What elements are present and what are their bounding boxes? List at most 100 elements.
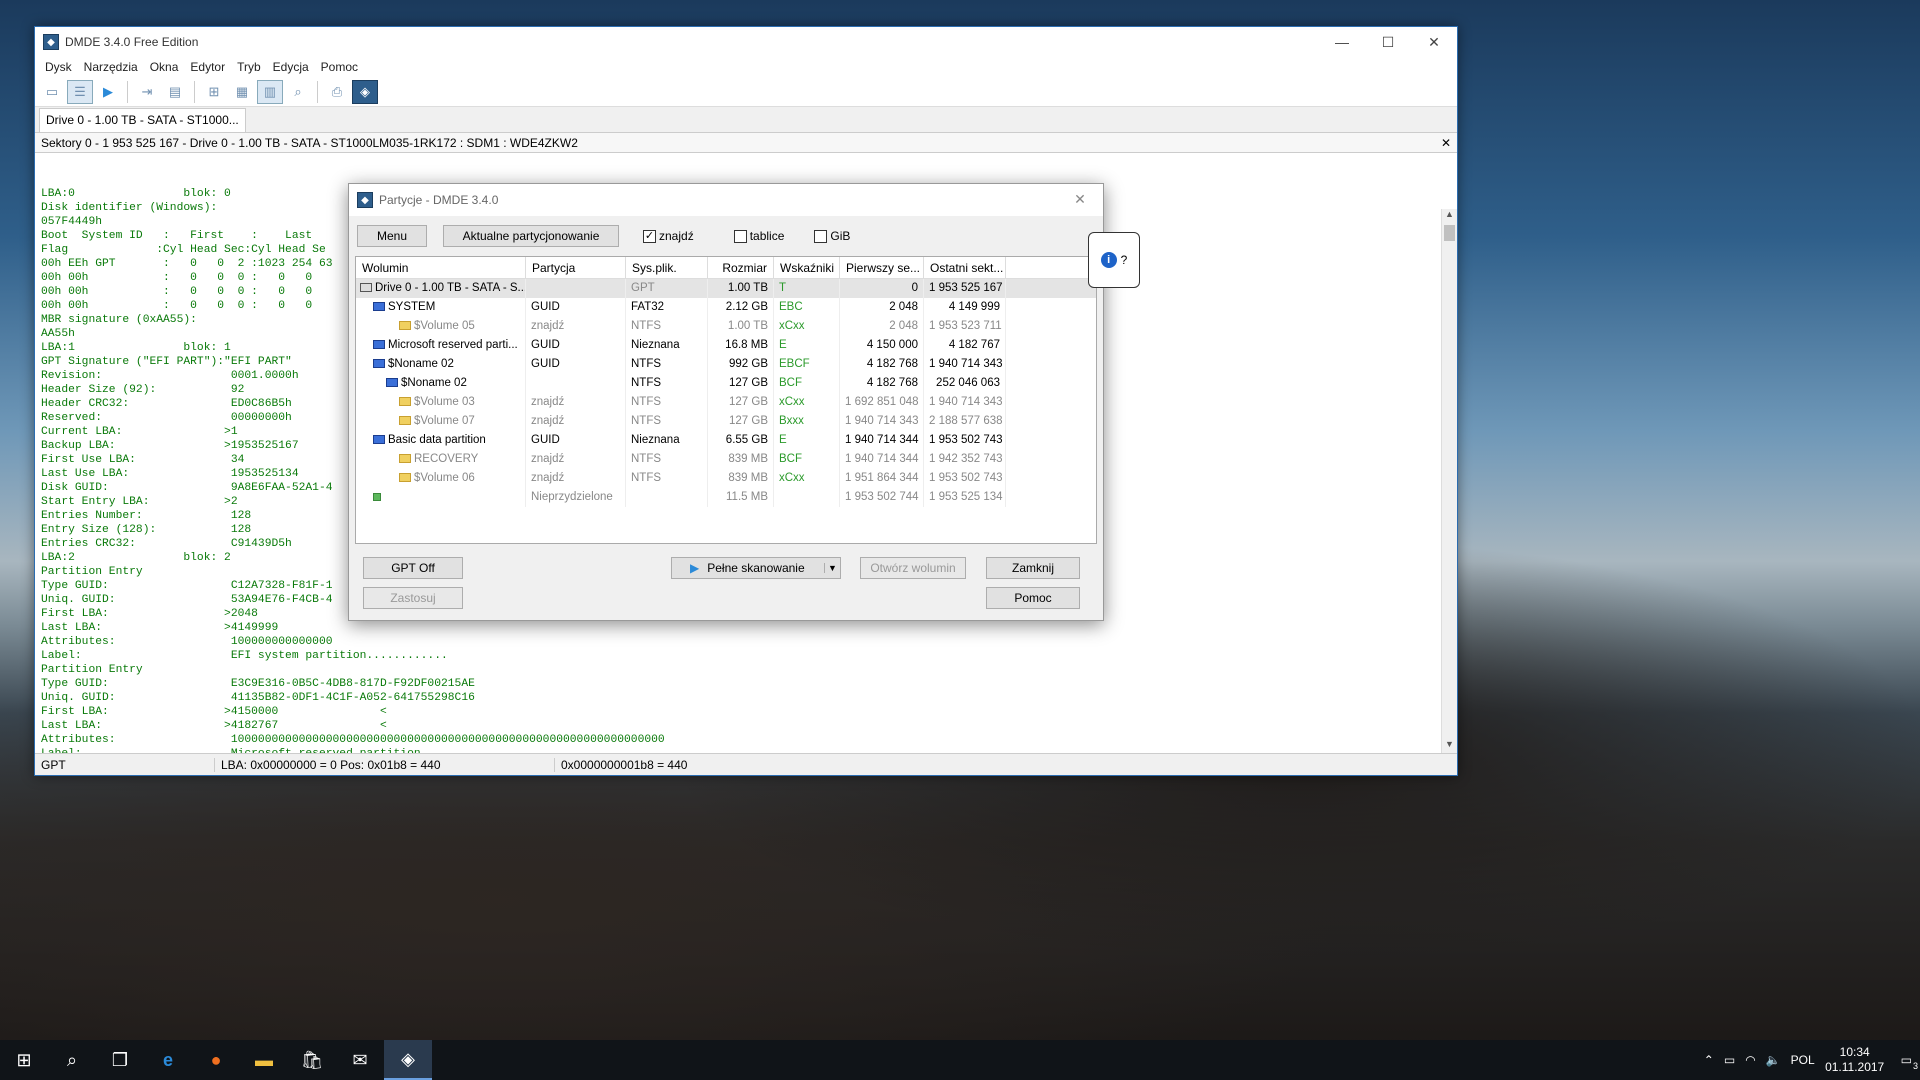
wifi-icon[interactable]: ◠ <box>1745 1053 1755 1067</box>
scroll-thumb[interactable] <box>1444 225 1455 241</box>
table-row[interactable]: $Volume 06 znajdź NTFS 839 MB xCxx 1 951 864 … <box>356 469 1096 488</box>
cell-part: Nieprzydzielone <box>526 488 626 507</box>
file-icon[interactable]: ▤ <box>162 80 188 104</box>
details-icon[interactable]: ▦ <box>229 80 255 104</box>
cell-last: 1 953 502 743 <box>924 469 1006 488</box>
cell-volume: Drive 0 - 1.00 TB - SATA - S... <box>356 279 526 298</box>
table-row[interactable]: RECOVERY znajdź NTFS 839 MB BCF 1 940 714 344… <box>356 450 1096 469</box>
help-button[interactable]: Pomoc <box>986 587 1080 609</box>
table-row[interactable]: SYSTEM GUID FAT32 2.12 GB EBC 2 048 4 149 999 <box>356 298 1096 317</box>
cell-first: 2 048 <box>840 298 924 317</box>
tablice-checkbox[interactable]: tablice <box>733 229 785 243</box>
table-row[interactable]: $Volume 07 znajdź NTFS 127 GB Bxxx 1 940 714 … <box>356 412 1096 431</box>
dmde-taskbar-icon[interactable]: ◈ <box>384 1040 432 1080</box>
gpt-off-button[interactable]: GPT Off <box>363 557 463 579</box>
mail-icon[interactable]: ✉ <box>336 1040 384 1080</box>
current-partitioning-button[interactable]: Aktualne partycjonowanie <box>443 225 619 247</box>
menu-edytor[interactable]: Edytor <box>184 60 231 74</box>
volume-name: Basic data partition <box>388 434 486 446</box>
notification-icon[interactable]: ▭ 3 <box>1901 1053 1918 1071</box>
menu-okna[interactable]: Okna <box>144 60 185 74</box>
col-ostatni[interactable]: Ostatni sekt... <box>924 257 1006 278</box>
dialog-close-button[interactable]: ✕ <box>1057 184 1103 214</box>
col-sysplik[interactable]: Sys.plik. <box>626 257 708 278</box>
dropdown-arrow-icon[interactable]: ▼ <box>824 563 840 573</box>
table-row[interactable]: $Noname 02 GUID NTFS 992 GB EBCF 4 182 768 1 9… <box>356 355 1096 374</box>
close-dialog-button[interactable]: Zamknij <box>986 557 1080 579</box>
help-tooltip[interactable]: i ? <box>1088 232 1140 288</box>
hex-line: Partition Entry <box>41 664 143 676</box>
apply-button[interactable]: Zastosuj <box>363 587 463 609</box>
tablice-label: tablice <box>749 229 785 243</box>
main-titlebar[interactable]: ◆ DMDE 3.4.0 Free Edition — ☐ ✕ <box>35 27 1457 57</box>
edge-icon[interactable]: e <box>144 1040 192 1080</box>
clock[interactable]: 10:34 01.11.2017 <box>1825 1045 1885 1075</box>
firefox-icon[interactable]: ● <box>192 1040 240 1080</box>
table-row[interactable]: $Volume 03 znajdź NTFS 127 GB xCxx 1 692 851 … <box>356 393 1096 412</box>
file-explorer-icon[interactable]: ▬ <box>240 1040 288 1080</box>
search-icon[interactable]: ⌕ <box>48 1040 96 1080</box>
partitions-table[interactable]: Wolumin Partycja Sys.plik. Rozmiar Wskaź… <box>355 256 1097 544</box>
cell-size: 2.12 GB <box>708 298 774 317</box>
cell-size: 127 GB <box>708 393 774 412</box>
minimize-button[interactable]: — <box>1319 27 1365 57</box>
list-icon[interactable]: ☰ <box>67 79 93 104</box>
volume-name: $Volume 03 <box>414 396 475 408</box>
store-icon[interactable]: 🛍 <box>288 1040 336 1080</box>
checkbox-icon[interactable] <box>814 229 828 243</box>
vertical-scrollbar[interactable]: ▲ ▼ <box>1441 209 1457 753</box>
menu-dysk[interactable]: Dysk <box>39 60 78 74</box>
print-icon[interactable]: ⎙ <box>324 80 350 104</box>
language-indicator[interactable]: POL <box>1791 1053 1815 1067</box>
table-row[interactable]: Microsoft reserved parti... GUID Nieznana 1… <box>356 336 1096 355</box>
scroll-down-icon[interactable]: ▼ <box>1442 739 1457 753</box>
windows-start-icon[interactable]: ⊞ <box>0 1040 48 1080</box>
menu-tryb[interactable]: Tryb <box>231 60 267 74</box>
table-row[interactable]: $Noname 02 NTFS 127 GB BCF 4 182 768 252 046 … <box>356 374 1096 393</box>
cell-size: 1.00 TB <box>708 317 774 336</box>
dialog-titlebar[interactable]: ◆ Partycje - DMDE 3.4.0 ✕ <box>349 184 1103 216</box>
col-wskazniki[interactable]: Wskaźniki <box>774 257 840 278</box>
close-panel-icon[interactable]: ✕ <box>1441 136 1451 150</box>
step-icon[interactable]: ⇥ <box>134 80 160 104</box>
open-volume-button[interactable]: Otwórz wolumin <box>860 557 966 579</box>
menu-pomoc[interactable]: Pomoc <box>315 60 364 74</box>
cell-volume: Microsoft reserved parti... <box>356 336 526 355</box>
col-rozmiar[interactable]: Rozmiar <box>708 257 774 278</box>
menu-edycja[interactable]: Edycja <box>267 60 315 74</box>
tree-icon[interactable]: ⊞ <box>201 80 227 104</box>
volume-name: Microsoft reserved parti... <box>388 339 518 351</box>
col-partycja[interactable]: Partycja <box>526 257 626 278</box>
cell-first: 1 940 714 344 <box>840 450 924 469</box>
cell-fs: NTFS <box>626 393 708 412</box>
menu-button[interactable]: Menu <box>357 225 427 247</box>
table-row[interactable]: Nieprzydzielone 11.5 MB 1 953 502 744 1 953… <box>356 488 1096 507</box>
volume-name: $Volume 05 <box>414 320 475 332</box>
znajdz-checkbox[interactable]: ✓ znajdź <box>643 229 694 243</box>
col-wolumin[interactable]: Wolumin <box>356 257 526 278</box>
tab-drive0[interactable]: Drive 0 - 1.00 TB - SATA - ST1000... <box>39 108 246 132</box>
toolbar-separator <box>127 80 128 103</box>
table-row[interactable]: Drive 0 - 1.00 TB - SATA - S... GPT 1.00 T… <box>356 279 1096 298</box>
table-row[interactable]: $Volume 05 znajdź NTFS 1.00 TB xCxx 2 048 1 95… <box>356 317 1096 336</box>
checkbox-icon[interactable] <box>733 229 747 243</box>
hex-view-icon[interactable]: ▥ <box>257 79 283 104</box>
search-icon[interactable]: ⌕ <box>285 80 311 104</box>
full-scan-button[interactable]: ▶ Pełne skanowanie ▼ <box>671 557 841 579</box>
chevron-up-icon[interactable]: ⌃ <box>1704 1053 1714 1067</box>
partitions-icon[interactable]: ◈ <box>352 79 378 104</box>
play-icon[interactable]: ▶ <box>95 80 121 104</box>
col-pierwszy[interactable]: Pierwszy se... <box>840 257 924 278</box>
checkbox-checked-icon[interactable]: ✓ <box>643 229 656 243</box>
scroll-up-icon[interactable]: ▲ <box>1442 209 1457 223</box>
drive-icon[interactable]: ▭ <box>39 80 65 104</box>
cell-last: 1 953 523 711 <box>924 317 1006 336</box>
table-row[interactable]: Basic data partition GUID Nieznana 6.55 GB E… <box>356 431 1096 450</box>
battery-icon[interactable]: ▭ <box>1724 1053 1735 1067</box>
close-button[interactable]: ✕ <box>1411 27 1457 57</box>
task-view-icon[interactable]: ❐ <box>96 1040 144 1080</box>
volume-icon[interactable]: 🔈 <box>1766 1053 1781 1067</box>
maximize-button[interactable]: ☐ <box>1365 27 1411 57</box>
gib-checkbox[interactable]: GiB <box>814 229 850 243</box>
menu-narzedzia[interactable]: Narzędzia <box>78 60 144 74</box>
